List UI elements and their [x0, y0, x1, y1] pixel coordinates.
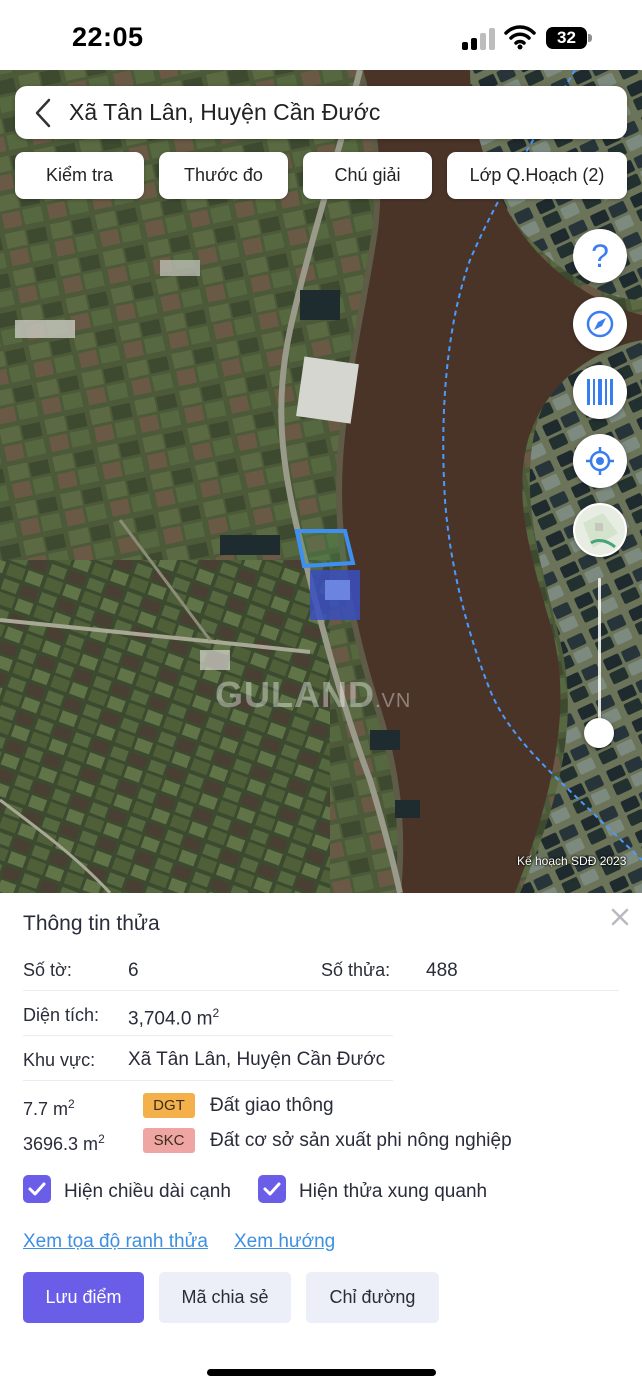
back-arrow-icon[interactable] [31, 97, 55, 129]
locate-icon [586, 447, 614, 475]
wifi-icon [504, 25, 536, 50]
show-edge-length-checkbox[interactable] [23, 1175, 51, 1203]
location-title: Xã Tân Lân, Huyện Cần Đước [69, 99, 381, 125]
status-time: 22:05 [72, 22, 144, 52]
map-layer-button[interactable] [573, 503, 627, 557]
barcode-icon [587, 379, 613, 405]
area-label: Diện tích: [23, 1005, 100, 1025]
divider [23, 990, 619, 991]
compass-button[interactable] [573, 297, 627, 351]
view-direction-link[interactable]: Xem hướng [234, 1231, 335, 1253]
battery-level: 32 [557, 28, 576, 47]
zoom-slider-thumb[interactable] [584, 718, 614, 748]
locate-button[interactable] [573, 434, 627, 488]
help-button[interactable]: ? [573, 229, 627, 283]
sheet-number-value: 6 [128, 960, 139, 981]
land-use-code-badge: SKC [143, 1128, 195, 1153]
land-use-area: 3696.3 m2 [23, 1132, 105, 1154]
map-watermark: GULAND.VN [215, 674, 412, 715]
save-point-button[interactable]: Lưu điểm [23, 1272, 144, 1323]
help-icon: ? [591, 238, 609, 274]
planning-layers-button[interactable]: Lớp Q.Hoạch (2) [447, 152, 627, 199]
barcode-button[interactable] [573, 365, 627, 419]
divider [23, 1080, 393, 1081]
land-use-code-badge: DGT [143, 1093, 195, 1118]
measure-button[interactable]: Thước đo [159, 152, 288, 199]
land-use-name: Đất cơ sở sản xuất phi nông nghiệp [210, 1130, 512, 1151]
parcel-number-label: Số thửa: [321, 960, 391, 980]
show-neighbors-checkbox[interactable] [258, 1175, 286, 1203]
show-edge-length-label[interactable]: Hiện chiều dài cạnh [64, 1181, 231, 1203]
check-button[interactable]: Kiểm tra [15, 152, 144, 199]
legend-button[interactable]: Chú giải [303, 152, 432, 199]
status-bar: 22:05 32 [0, 0, 642, 70]
sheet-number-label: Số tờ: [23, 960, 72, 980]
map-credit: Kế hoạch SDĐ 2023 [517, 854, 627, 868]
checkmark-icon [263, 1182, 281, 1196]
battery-icon: 32 [546, 27, 592, 49]
view-boundary-coords-link[interactable]: Xem tọa độ ranh thửa [23, 1231, 208, 1253]
checkmark-icon [28, 1182, 46, 1196]
sheet-title: Thông tin thửa [23, 912, 160, 935]
svg-text:?: ? [591, 238, 609, 274]
signal-icon [462, 28, 496, 50]
compass-icon [586, 310, 614, 338]
show-neighbors-label[interactable]: Hiện thửa xung quanh [299, 1181, 487, 1203]
zoom-slider-track[interactable] [598, 578, 601, 733]
region-label: Khu vực: [23, 1050, 96, 1070]
share-code-button[interactable]: Mã chia sẻ [159, 1272, 291, 1323]
close-icon[interactable] [608, 905, 632, 929]
home-indicator [207, 1369, 436, 1376]
land-use-area: 7.7 m2 [23, 1097, 75, 1119]
region-value: Xã Tân Lân, Huyện Cần Đước [128, 1049, 386, 1070]
land-use-name: Đất giao thông [210, 1095, 334, 1116]
area-value: 3,704.0 m2 [128, 1006, 220, 1030]
divider [23, 1035, 393, 1036]
location-header[interactable]: Xã Tân Lân, Huyện Cần Đước [15, 86, 627, 139]
parcel-info-sheet: Thông tin thửa Số tờ: 6 Số thửa: 488 Diệ… [0, 893, 642, 1389]
parcel-number-value: 488 [426, 960, 458, 981]
directions-button[interactable]: Chỉ đường [306, 1272, 439, 1323]
map-layer-icon [575, 505, 625, 555]
